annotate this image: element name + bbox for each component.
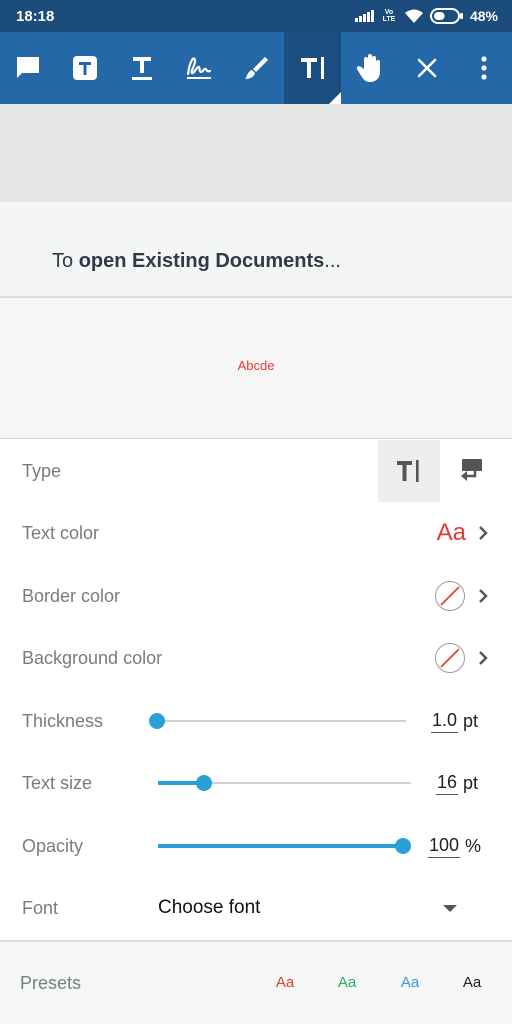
opacity-row: Opacity 100% (0, 815, 512, 877)
thickness-slider[interactable] (149, 690, 406, 752)
text-color-row[interactable]: Text color Aa (0, 502, 512, 564)
free-text-icon (397, 460, 419, 482)
opacity-label: Opacity (22, 836, 84, 856)
free-text-annotation[interactable]: Abcde (0, 358, 512, 373)
font-select[interactable]: Choose font (158, 877, 260, 939)
callout-icon (461, 459, 482, 481)
more-options-button[interactable] (455, 32, 512, 104)
comment-tool-button[interactable] (0, 32, 57, 104)
free-text-icon (300, 57, 324, 79)
slider-track (157, 720, 406, 722)
text-size-value[interactable]: 16 pt (436, 752, 478, 814)
brush-tool-button[interactable] (228, 32, 285, 104)
preset-green[interactable]: Aa (327, 942, 367, 1024)
thickness-value[interactable]: 1.0 pt (431, 690, 478, 752)
presets-label: Presets (20, 973, 82, 993)
opacity-value[interactable]: 100% (428, 815, 481, 877)
text-size-label: Text size (22, 773, 93, 793)
border-color-row[interactable]: Border color (0, 565, 512, 627)
signal-icon (354, 10, 374, 22)
opacity-slider[interactable] (158, 815, 411, 877)
thickness-label: Thickness (22, 711, 104, 731)
border-color-label: Border color (22, 586, 121, 606)
dropdown-arrow-icon[interactable] (443, 905, 457, 913)
annotation-properties-panel: Type Text color Aa Border color Backgrou… (0, 438, 512, 940)
status-bar: 18:18 Vo LTE 48% (0, 0, 512, 32)
text-size-slider[interactable] (158, 752, 411, 814)
presets-bar: Presets Aa Aa Aa Aa (0, 942, 512, 1024)
text-box-icon (73, 56, 98, 80)
volte-label: Vo LTE (382, 9, 396, 23)
chevron-right-icon (479, 651, 488, 665)
wifi-icon (404, 8, 424, 24)
no-color-swatch-icon (435, 581, 465, 611)
text-box-tool-button[interactable] (57, 32, 114, 104)
preset-blue[interactable]: Aa (390, 942, 430, 1024)
document-page[interactable]: To open Existing Documents... (0, 202, 512, 296)
text-color-label: Text color (22, 523, 100, 543)
no-color-swatch-icon (435, 643, 465, 673)
status-icons: Vo LTE 48% (354, 8, 498, 24)
text-size-row: Text size 16 pt (0, 752, 512, 814)
preset-red[interactable]: Aa (265, 942, 305, 1024)
status-time: 18:18 (16, 7, 55, 25)
document-text: To open Existing Documents... (52, 250, 341, 272)
more-vertical-icon (480, 56, 487, 80)
signature-icon (187, 57, 212, 79)
signature-tool-button[interactable] (171, 32, 228, 104)
chevron-right-icon (479, 526, 488, 540)
brush-icon (245, 57, 268, 79)
preset-black[interactable]: Aa (452, 942, 492, 1024)
text-underline-tool-button[interactable] (114, 32, 171, 104)
comment-icon (17, 57, 40, 78)
slider-thumb[interactable] (195, 775, 212, 791)
close-icon (417, 58, 436, 78)
annotation-toolbar (0, 32, 512, 104)
font-row[interactable]: Font Choose font (0, 877, 512, 939)
type-callout-button[interactable] (440, 440, 502, 502)
hand-pan-icon (356, 54, 380, 82)
document-annotation-area[interactable]: Abcde (0, 298, 512, 438)
text-underline-icon (132, 57, 153, 80)
battery-percent: 48% (469, 8, 498, 24)
free-text-tool-button[interactable] (284, 32, 342, 104)
font-label: Font (22, 898, 59, 918)
hand-pan-tool-button[interactable] (341, 32, 398, 104)
slider-thumb[interactable] (149, 713, 165, 729)
type-row: Type (0, 440, 512, 502)
document-background (0, 104, 512, 202)
background-color-label: Background color (22, 648, 163, 668)
type-free-text-button[interactable] (378, 440, 440, 502)
thickness-row: Thickness 1.0 pt (0, 690, 512, 752)
slider-fill (158, 844, 403, 848)
slider-thumb[interactable] (395, 838, 411, 854)
background-color-row[interactable]: Background color (0, 627, 512, 689)
close-toolbar-button[interactable] (398, 32, 455, 104)
chevron-right-icon (479, 589, 488, 603)
battery-icon (429, 8, 464, 24)
text-color-preview: Aa (436, 519, 466, 546)
type-label: Type (22, 461, 62, 481)
